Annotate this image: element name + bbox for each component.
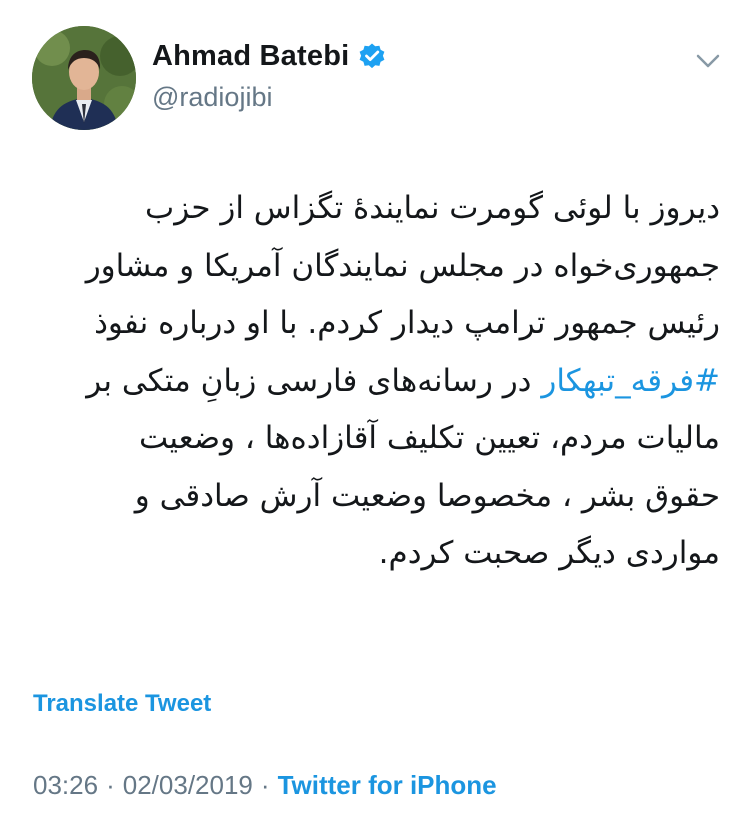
translate-tweet-link[interactable]: Translate Tweet <box>33 690 211 718</box>
meta-separator: · <box>260 770 270 800</box>
meta-separator: · <box>106 770 115 800</box>
chevron-down-icon[interactable] <box>694 50 722 72</box>
tweet-card: Ahmad Batebi @radiojibi دیروز با لوئی گو… <box>0 0 750 832</box>
tweet-meta: 03:26 · 02/03/2019 · Twitter for iPhone <box>33 770 497 801</box>
tweet-date: 02/03/2019 <box>122 770 253 800</box>
tweet-source-link[interactable]: Twitter for iPhone <box>278 770 497 801</box>
avatar-image <box>32 26 136 130</box>
author-display-name[interactable]: Ahmad Batebi <box>152 40 349 73</box>
verified-badge-icon <box>357 42 387 72</box>
tweet-text-part: دیروز با لوئی گومرت نمایندهٔ تگزاس از حز… <box>85 190 720 341</box>
hashtag-link[interactable]: #فرقه_تبهکار <box>541 363 720 399</box>
tweet-text: دیروز با لوئی گومرت نمایندهٔ تگزاس از حز… <box>60 180 720 583</box>
avatar[interactable] <box>32 26 136 130</box>
author-name-row: Ahmad Batebi <box>152 40 387 73</box>
author-handle[interactable]: @radiojibi <box>152 82 272 113</box>
tweet-time: 03:26 <box>33 770 99 800</box>
